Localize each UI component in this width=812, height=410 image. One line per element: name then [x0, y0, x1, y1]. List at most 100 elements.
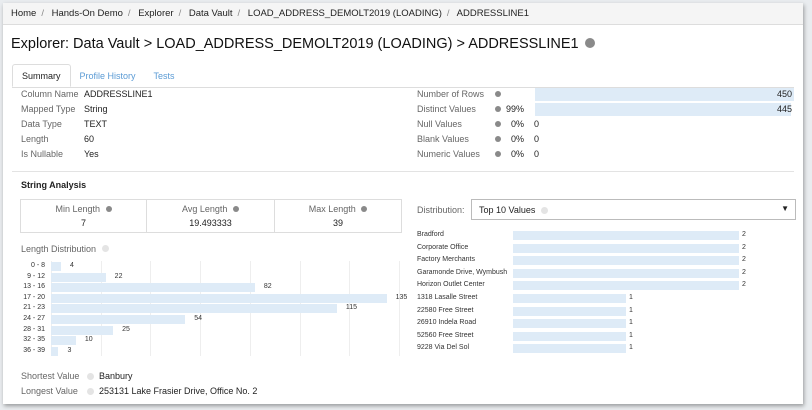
breadcrumb-home[interactable]: Home [11, 8, 36, 19]
length-gridline [399, 261, 400, 356]
top-value-label: Horizon Outlet Center [417, 281, 485, 289]
length-bar[interactable] [51, 346, 59, 356]
top-value-count: 1 [629, 294, 633, 301]
prop-value-length: 60 [84, 134, 95, 144]
prop-label-length: Length [21, 134, 49, 144]
top-value-bar[interactable] [513, 256, 739, 266]
distribution-select-value: Top 10 Values [479, 205, 536, 215]
top-value-bar[interactable] [513, 319, 626, 329]
top-value-count: 1 [629, 319, 633, 327]
top-value-label: 52560 Free Street [417, 331, 474, 339]
stat-pct-distinct: 99% [505, 104, 524, 114]
length-distribution-info-icon[interactable] [101, 245, 109, 252]
avg-length-label: Avg Length [182, 204, 228, 214]
min-length-label: Min Length [55, 204, 100, 214]
length-bar-value: 4 [69, 262, 74, 269]
length-category-label: 9 - 12 [27, 272, 45, 280]
breadcrumb-table[interactable]: LOAD_ADDRESS_DEMOLT2019 (LOADING) [248, 8, 442, 19]
length-category-label: 17 - 20 [23, 293, 45, 301]
max-length-info-icon[interactable] [361, 206, 368, 212]
top-value-count: 2 [742, 243, 746, 251]
length-bar-value: 10 [84, 336, 93, 344]
top-value-bar[interactable] [513, 294, 626, 303]
distribution-label: Distribution: [417, 205, 465, 215]
explorer-window: Home / Hands-On Demo / Explorer / Data Vaul… [3, 3, 803, 404]
min-length-value: 7 [80, 218, 86, 228]
min-length-card: Min Length 7 [20, 199, 147, 233]
prop-label-is-nullable: Is Nullable [21, 149, 64, 159]
longest-value-label: Longest Value [21, 386, 78, 396]
shortest-info-icon[interactable] [87, 373, 94, 380]
top-value-label: Garamonde Drive, Wymbush [417, 268, 508, 276]
length-bar-value: 54 [194, 315, 203, 322]
min-length-info-icon[interactable] [105, 206, 112, 212]
max-length-value: 39 [332, 218, 343, 228]
breadcrumb-data-vault[interactable]: Data Vault [189, 8, 233, 19]
stat-value-rows: 450 [776, 89, 792, 99]
status-dot-icon[interactable] [584, 38, 595, 49]
distribution-select[interactable]: Top 10 Values ▼ [471, 199, 796, 220]
top-value-bar[interactable] [513, 344, 626, 354]
length-bar-value: 22 [114, 272, 123, 280]
tab-profile-history[interactable]: Profile History [71, 65, 145, 88]
length-bar-value: 82 [263, 283, 272, 291]
longest-info-icon[interactable] [87, 388, 94, 395]
stat-label-null: Null Values [417, 119, 462, 129]
prop-label-data-type: Data Type [21, 119, 62, 129]
length-category-label: 36 - 39 [23, 346, 45, 354]
top-value-count: 2 [742, 231, 746, 238]
max-length-label: Max Length [308, 204, 356, 214]
length-bar[interactable] [51, 304, 337, 314]
prop-label-column-name: Column Name [21, 89, 79, 99]
prop-value-data-type: TEXT [84, 119, 108, 129]
top-value-bar[interactable] [513, 281, 739, 291]
avg-length-card: Avg Length 19.493333 [146, 199, 275, 233]
top-value-label: 1318 Lasalle Street [417, 294, 478, 301]
length-distribution-label: Length Distribution [21, 244, 109, 254]
stat-value-null: 0 [534, 119, 540, 129]
shortest-value: Banbury [99, 371, 133, 381]
tab-bar: Summary Profile History Tests [12, 64, 184, 87]
length-bar[interactable] [51, 315, 186, 324]
distribution-info-icon[interactable] [541, 207, 548, 214]
top-value-label: 9228 Via Del Sol [417, 344, 470, 352]
section-divider [12, 171, 794, 172]
length-bar-value: 115 [345, 304, 358, 312]
length-bar[interactable] [51, 272, 106, 282]
prop-value-is-nullable: Yes [84, 149, 99, 159]
stat-pct-blank: 0% [510, 134, 524, 144]
top-value-label: Factory Merchants [417, 256, 475, 264]
top-value-count: 2 [742, 268, 746, 276]
breadcrumb: Home / Hands-On Demo / Explorer / Data Vaul… [3, 3, 803, 25]
tab-tests[interactable]: Tests [145, 65, 184, 88]
max-length-card: Max Length 39 [274, 199, 402, 233]
stat-pct-numeric: 0% [510, 149, 524, 159]
stat-label-rows: Number of Rows [417, 89, 485, 99]
length-bar[interactable] [51, 293, 387, 303]
prop-value-column-name: ADDRESSLINE1 [84, 89, 153, 99]
avg-length-info-icon[interactable] [232, 206, 239, 212]
top-value-bar[interactable] [513, 306, 626, 316]
top-value-count: 2 [742, 256, 746, 264]
top-value-bar[interactable] [513, 243, 739, 253]
breadcrumb-explorer[interactable]: Explorer [138, 8, 173, 19]
length-category-label: 21 - 23 [23, 304, 45, 312]
top-value-label: Bradford [417, 231, 444, 238]
breadcrumb-hands-on-demo[interactable]: Hands-On Demo [52, 8, 123, 19]
shortest-value-label: Shortest Value [21, 371, 80, 381]
length-category-label: 28 - 31 [23, 325, 45, 333]
top-value-bar[interactable] [513, 268, 739, 278]
string-analysis-heading: String Analysis [21, 180, 87, 190]
chevron-down-icon[interactable]: ▼ [781, 204, 789, 213]
length-bar[interactable] [51, 262, 61, 271]
length-bar[interactable] [51, 283, 255, 293]
top-value-bar[interactable] [513, 231, 739, 240]
top-value-bar[interactable] [513, 331, 626, 341]
length-category-label: 24 - 27 [23, 315, 45, 322]
length-bar[interactable] [51, 325, 114, 335]
tab-summary[interactable]: Summary [12, 64, 71, 87]
stat-label-distinct: Distinct Values [417, 104, 476, 114]
length-bar[interactable] [51, 336, 76, 346]
stat-value-numeric: 0 [534, 149, 540, 159]
rows-info-icon[interactable] [495, 91, 501, 97]
